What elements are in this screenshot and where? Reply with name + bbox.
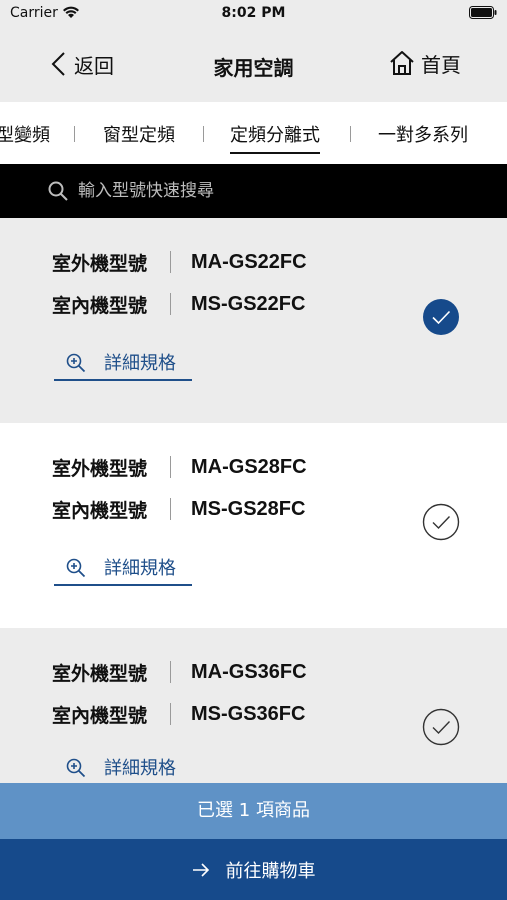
indoor-label: 室內機型號 [52, 294, 148, 317]
spec-details-link[interactable]: 詳細規格 [54, 345, 192, 381]
tab-divider [74, 126, 75, 142]
tab-window-fixed[interactable]: 窗型定頻 [103, 121, 175, 147]
nav-bar: 返回 家用空調 首頁 [0, 30, 507, 102]
outdoor-label: 室外機型號 [52, 457, 148, 480]
row-divider [170, 703, 171, 725]
product-card: 室外機型號 MA-GS22FC 室內機型號 MS-GS22FC 詳細規格 [0, 218, 507, 423]
spec-details-label: 詳細規格 [104, 758, 176, 779]
spec-details-label: 詳細規格 [104, 558, 176, 579]
tab-multi-split[interactable]: 一對多系列 [378, 121, 468, 147]
home-label: 首頁 [421, 52, 461, 77]
outdoor-model: MA-GS28FC [191, 455, 307, 478]
row-divider [170, 293, 171, 315]
tab-split-fixed[interactable]: 定頻分離式 [230, 121, 320, 154]
home-icon [390, 51, 414, 75]
selection-summary: 已選 1 項商品 [0, 783, 507, 839]
indoor-model: MS-GS22FC [191, 292, 306, 315]
clock: 8:02 PM [221, 5, 286, 21]
indoor-model: MS-GS28FC [191, 497, 306, 520]
indoor-row: 室內機型號 MS-GS36FC [52, 700, 305, 728]
outdoor-row: 室外機型號 MA-GS36FC [52, 658, 307, 686]
tab-divider [350, 126, 351, 142]
tab-divider [203, 126, 204, 142]
category-tabs: 型變頻 窗型定頻 定頻分離式 一對多系列 [0, 102, 507, 164]
indoor-row: 室內機型號 MS-GS22FC [52, 290, 305, 318]
indoor-model: MS-GS36FC [191, 702, 306, 725]
outdoor-model: MA-GS36FC [191, 660, 307, 683]
zoom-in-icon [66, 758, 86, 778]
outdoor-label: 室外機型號 [52, 252, 148, 275]
check-unselected-icon[interactable] [422, 503, 460, 541]
spec-details-link[interactable]: 詳細規格 [54, 750, 192, 786]
row-divider [170, 456, 171, 478]
spec-details-link[interactable]: 詳細規格 [54, 550, 192, 586]
arrow-right-icon [192, 862, 209, 877]
go-to-cart-button[interactable]: 前往購物車 [0, 839, 507, 900]
row-divider [170, 498, 171, 520]
status-bar: Carrier 8:02 PM [0, 0, 507, 30]
tab-inverter[interactable]: 型變頻 [0, 121, 50, 147]
indoor-label: 室內機型號 [52, 499, 148, 522]
row-divider [170, 251, 171, 273]
search-icon [48, 181, 68, 201]
search-bar [0, 164, 507, 218]
battery-icon [469, 6, 497, 19]
zoom-in-icon [66, 353, 86, 373]
zoom-in-icon [66, 558, 86, 578]
outdoor-model: MA-GS22FC [191, 250, 307, 273]
indoor-row: 室內機型號 MS-GS28FC [52, 495, 305, 523]
product-card: 室外機型號 MA-GS28FC 室內機型號 MS-GS28FC 詳細規格 [0, 423, 507, 628]
search-input[interactable] [78, 176, 478, 206]
go-to-cart-label: 前往購物車 [225, 860, 316, 882]
check-selected-icon[interactable] [422, 298, 460, 336]
check-unselected-icon[interactable] [422, 708, 460, 746]
outdoor-label: 室外機型號 [52, 662, 148, 685]
spec-details-label: 詳細規格 [104, 353, 176, 374]
indoor-label: 室內機型號 [52, 704, 148, 727]
outdoor-row: 室外機型號 MA-GS28FC [52, 453, 307, 481]
outdoor-row: 室外機型號 MA-GS22FC [52, 248, 307, 276]
row-divider [170, 661, 171, 683]
home-button[interactable]: 首頁 [389, 49, 461, 77]
